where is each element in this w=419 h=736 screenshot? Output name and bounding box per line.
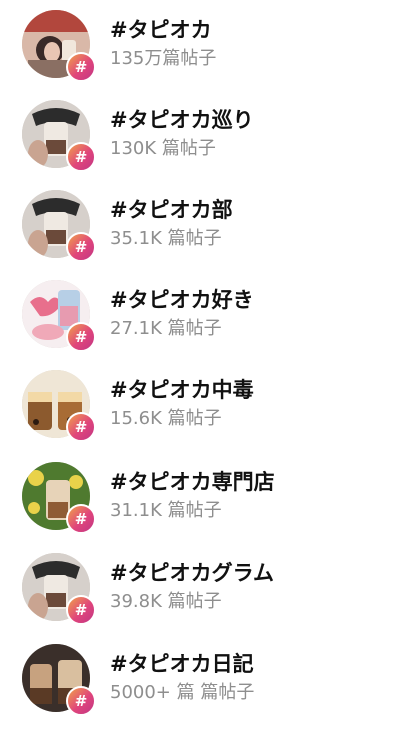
hashtag-row[interactable]: # #タピオカ好き 27.1K 篇帖子 (0, 280, 419, 372)
hashtag-badge-icon: # (66, 686, 96, 716)
hashtag-avatar[interactable]: # (22, 100, 96, 172)
hashtag-name[interactable]: #タピオカ中毒 (110, 374, 254, 404)
hashtag-name[interactable]: #タピオカグラム (110, 557, 274, 587)
hashtag-badge-icon: # (66, 232, 96, 262)
hashtag-badge-icon: # (66, 595, 96, 625)
hashtag-name[interactable]: #タピオカ (110, 14, 212, 44)
hashtag-name[interactable]: #タピオカ日記 (110, 648, 254, 678)
hashtag-post-count: 5000+ 篇 篇帖子 (110, 682, 255, 703)
hashtag-name[interactable]: #タピオカ部 (110, 194, 233, 224)
hashtag-avatar[interactable]: # (22, 10, 96, 82)
hashtag-name[interactable]: #タピオカ巡り (110, 104, 254, 134)
hashtag-row[interactable]: # #タピオカ巡り 130K 篇帖子 (0, 100, 419, 192)
hashtag-post-count: 135万篇帖子 (110, 48, 217, 69)
hashtag-row[interactable]: # #タピオカ 135万篇帖子 (0, 10, 419, 102)
hashtag-badge-icon: # (66, 504, 96, 534)
hashtag-badge-icon: # (66, 52, 96, 82)
hashtag-badge-icon: # (66, 322, 96, 352)
hashtag-avatar[interactable]: # (22, 462, 96, 534)
hashtag-name[interactable]: #タピオカ専門店 (110, 466, 275, 496)
hashtag-post-count: 130K 篇帖子 (110, 138, 216, 159)
hashtag-row[interactable]: # #タピオカ中毒 15.6K 篇帖子 (0, 370, 419, 462)
hashtag-post-count: 31.1K 篇帖子 (110, 500, 222, 521)
hashtag-post-count: 15.6K 篇帖子 (110, 408, 222, 429)
hashtag-row[interactable]: # #タピオカ専門店 31.1K 篇帖子 (0, 462, 419, 554)
hashtag-row[interactable]: # #タピオカ日記 5000+ 篇 篇帖子 (0, 644, 419, 736)
hashtag-list: # #タピオカ 135万篇帖子 # #タピオカ巡り 130K 篇帖子 # #タピ… (0, 0, 419, 728)
hashtag-avatar[interactable]: # (22, 280, 96, 352)
hashtag-badge-icon: # (66, 412, 96, 442)
hashtag-avatar[interactable]: # (22, 190, 96, 262)
hashtag-post-count: 35.1K 篇帖子 (110, 228, 222, 249)
hashtag-badge-icon: # (66, 142, 96, 172)
hashtag-name[interactable]: #タピオカ好き (110, 284, 254, 314)
hashtag-avatar[interactable]: # (22, 644, 96, 716)
hashtag-row[interactable]: # #タピオカ部 35.1K 篇帖子 (0, 190, 419, 282)
hashtag-row[interactable]: # #タピオカグラム 39.8K 篇帖子 (0, 553, 419, 645)
hashtag-post-count: 39.8K 篇帖子 (110, 591, 222, 612)
hashtag-avatar[interactable]: # (22, 370, 96, 442)
hashtag-post-count: 27.1K 篇帖子 (110, 318, 222, 339)
hashtag-avatar[interactable]: # (22, 553, 96, 625)
